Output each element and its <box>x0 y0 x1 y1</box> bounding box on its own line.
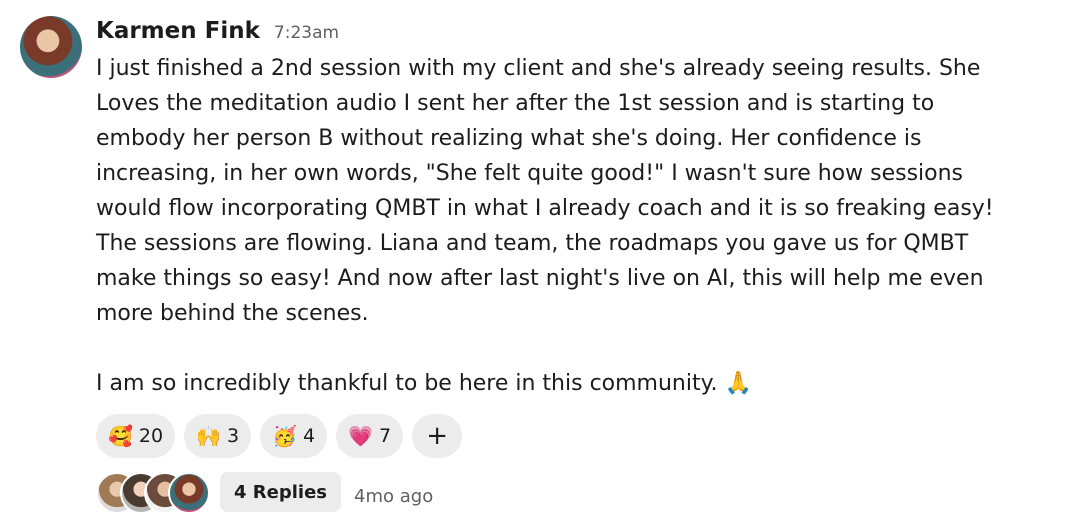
message-header: Karmen Fink 7:23am <box>96 18 339 50</box>
smiling-face-with-hearts-icon: 🥰 <box>108 424 133 448</box>
message-line: I just finished a 2nd session with my cl… <box>96 56 981 81</box>
message: Karmen Fink 7:23am I just finished a 2nd… <box>0 0 1086 530</box>
growing-heart-icon: 💗 <box>348 424 373 448</box>
message-line: embody her person B without realizing wh… <box>96 126 922 151</box>
reaction-count: 3 <box>227 425 240 447</box>
partying-face-icon: 🥳 <box>272 424 297 448</box>
message-timestamp[interactable]: 7:23am <box>274 23 339 43</box>
reaction-count: 4 <box>303 425 316 447</box>
message-line: increasing, in her own words, "She felt … <box>96 161 964 186</box>
message-body: I just finished a 2nd session with my cl… <box>96 51 1071 401</box>
reaction-count: 7 <box>379 425 392 447</box>
raised-hands-icon: 🙌 <box>196 424 221 448</box>
message-line: make things so easy! And now after last … <box>96 266 984 291</box>
thread-summary: 4 Replies 4mo ago <box>96 472 434 514</box>
message-line: more behind the scenes. <box>96 301 369 326</box>
author-name[interactable]: Karmen Fink <box>96 18 260 44</box>
reply-avatar <box>168 472 210 514</box>
message-line: The sessions are flowing. Liana and team… <box>96 231 969 256</box>
message-line: would flow incorporating QMBT in what I … <box>96 196 994 221</box>
reaction-smiling-hearts[interactable]: 🥰 20 <box>96 414 176 458</box>
reactions-bar: 🥰 20 🙌 3 🥳 4 💗 7 + <box>96 414 463 458</box>
plus-icon: + <box>426 421 448 451</box>
add-reaction-button[interactable]: + <box>412 414 463 458</box>
reaction-growing-heart[interactable]: 💗 7 <box>336 414 404 458</box>
author-avatar[interactable] <box>20 16 82 78</box>
reaction-partying-face[interactable]: 🥳 4 <box>260 414 328 458</box>
message-closing: I am so incredibly thankful to be here i… <box>96 371 752 396</box>
reaction-count: 20 <box>138 425 164 447</box>
message-line: Loves the meditation audio I sent her af… <box>96 91 935 116</box>
reply-avatars[interactable] <box>96 472 210 514</box>
last-reply-time: 4mo ago <box>354 485 434 507</box>
reaction-raised-hands[interactable]: 🙌 3 <box>184 414 252 458</box>
replies-button[interactable]: 4 Replies <box>220 472 342 512</box>
